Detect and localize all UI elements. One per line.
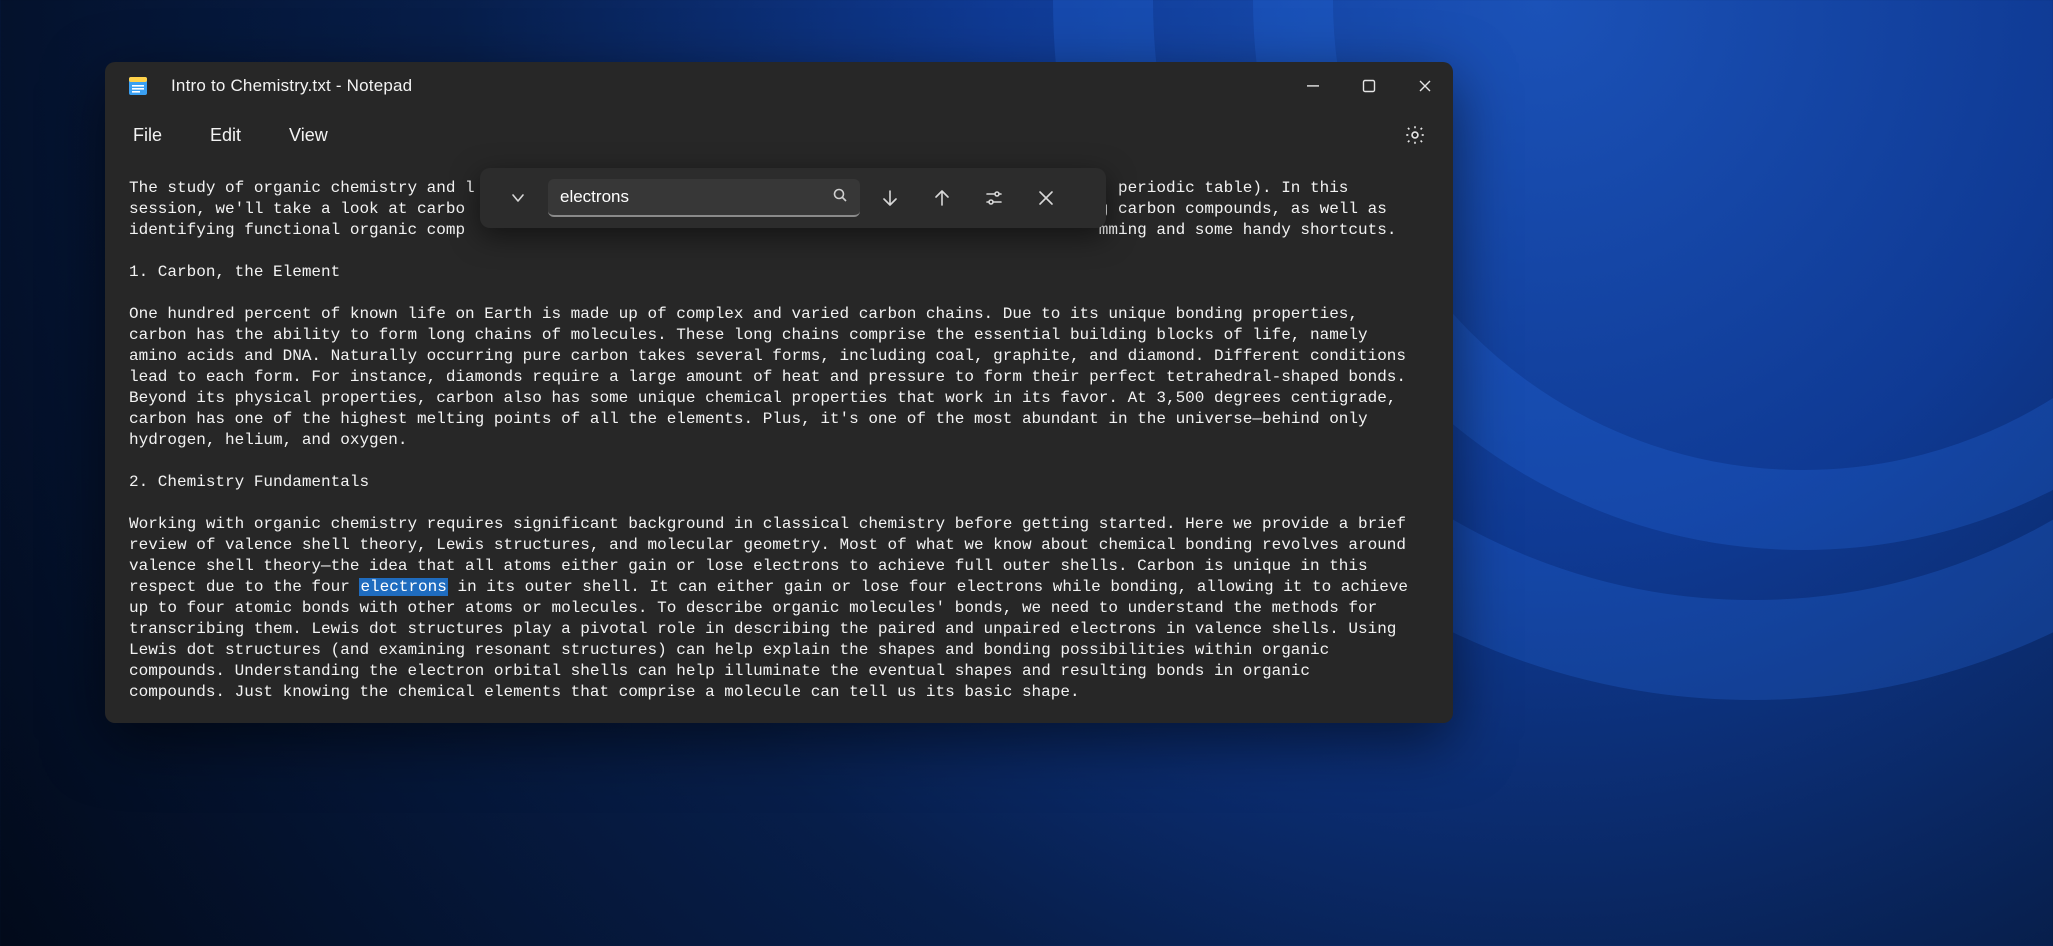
- menu-edit[interactable]: Edit: [210, 125, 241, 146]
- text: mming and some handy shortcuts.: [1099, 221, 1397, 239]
- close-button[interactable]: [1397, 62, 1453, 110]
- menubar: File Edit View: [105, 110, 1453, 160]
- text-editor[interactable]: The study of organic chemistry and lxxxx…: [105, 160, 1453, 723]
- notepad-window: Intro to Chemistry.txt - Notepad File Ed…: [105, 62, 1453, 723]
- section-heading: 2. Chemistry Fundamentals: [129, 473, 369, 491]
- close-find-button[interactable]: [1024, 176, 1068, 220]
- find-next-button[interactable]: [868, 176, 912, 220]
- search-highlight: electrons: [359, 578, 447, 596]
- settings-button[interactable]: [1397, 117, 1433, 153]
- find-input-wrapper: [548, 179, 860, 217]
- menu-view[interactable]: View: [289, 125, 328, 146]
- search-icon[interactable]: [832, 187, 848, 208]
- paragraph: One hundred percent of known life on Ear…: [129, 305, 1416, 449]
- window-title: Intro to Chemistry.txt - Notepad: [171, 76, 412, 96]
- find-bar: [480, 168, 1106, 228]
- find-input[interactable]: [560, 187, 832, 207]
- section-heading: 1. Carbon, the Element: [129, 263, 340, 281]
- minimize-button[interactable]: [1285, 62, 1341, 110]
- expand-replace-button[interactable]: [496, 176, 540, 220]
- find-previous-button[interactable]: [920, 176, 964, 220]
- titlebar[interactable]: Intro to Chemistry.txt - Notepad: [105, 62, 1453, 110]
- notepad-icon: [127, 75, 149, 97]
- maximize-button[interactable]: [1341, 62, 1397, 110]
- find-options-button[interactable]: [972, 176, 1016, 220]
- menu-file[interactable]: File: [133, 125, 162, 146]
- paragraph: in its outer shell. It can either gain o…: [129, 578, 1418, 701]
- text: The study of organic chemistry and l: [129, 179, 475, 197]
